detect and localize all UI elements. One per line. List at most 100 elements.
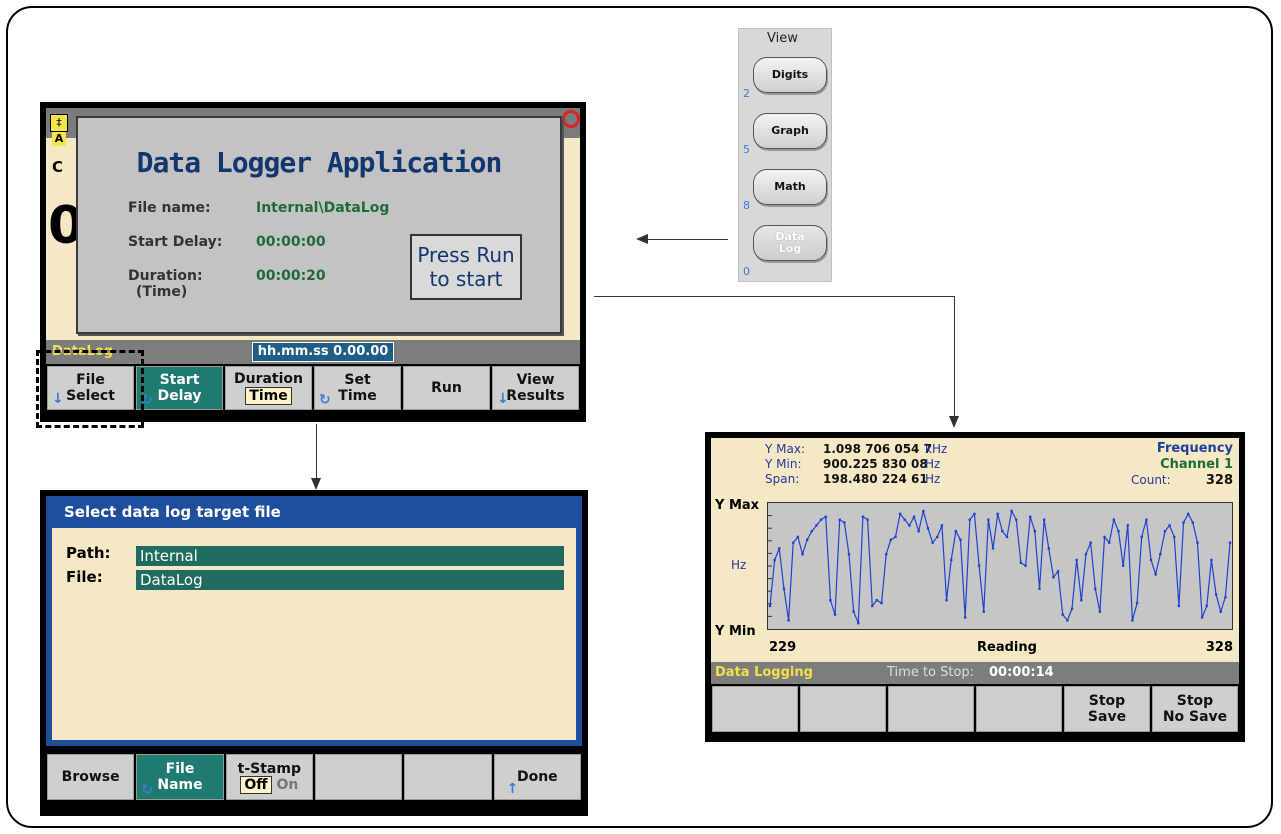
data-point (815, 524, 818, 527)
data-point (977, 564, 981, 567)
data-log-key[interactable]: Data Log (753, 225, 827, 261)
done-softkey[interactable]: Done ↑ (493, 754, 581, 800)
key-label-line2: Log (778, 242, 802, 255)
view-results-softkey[interactable]: View Results ↓ (492, 366, 579, 410)
dialog-title: Data Logger Application (136, 146, 503, 179)
blank-softkey[interactable] (404, 754, 492, 800)
time-to-stop-value: 00:00:14 (989, 665, 1054, 680)
t-stamp-on-option: On (276, 777, 299, 793)
graph-display: Y Max: 1.098 706 054 7 kHz Y Min: 900.22… (711, 438, 1239, 662)
key-number: 8 (743, 199, 750, 212)
ymax-value: 1.098 706 054 7 (823, 442, 932, 456)
data-point (847, 553, 851, 556)
data-point (1168, 524, 1171, 527)
data-point (819, 518, 823, 521)
bg-annunciator-a: A (52, 132, 66, 146)
data-point (1001, 529, 1004, 533)
channel-label: Channel 1 (1160, 457, 1233, 472)
data-point (889, 538, 892, 541)
run-softkey[interactable]: Run (403, 366, 490, 410)
t-stamp-softkey[interactable]: t-Stamp Off On (225, 754, 313, 800)
file-field[interactable]: DataLog (136, 570, 564, 590)
x-end-label: 328 (1205, 640, 1233, 655)
ymin-unit: Hz (925, 457, 941, 471)
data-point (787, 619, 790, 622)
data-point (1224, 596, 1227, 599)
graph-status-bar: Data Logging Time to Stop: 00:00:14 (711, 662, 1239, 684)
data-point (1177, 604, 1181, 608)
data-logging-status: Data Logging (715, 665, 813, 680)
digits-key[interactable]: Digits (753, 57, 827, 93)
frequency-series-line (769, 509, 1231, 624)
arrow-down-icon (949, 416, 959, 428)
x-start-label: 229 (769, 640, 797, 655)
browse-softkey[interactable]: Browse (47, 754, 135, 800)
frequency-series-points (768, 509, 1232, 625)
axis-ymin-label: Y Min (715, 624, 756, 639)
data-point (1075, 558, 1078, 562)
data-logger-dialog: Data Logger Application File name: Inter… (76, 116, 562, 334)
span-unit: Hz (925, 472, 941, 486)
data-point (968, 518, 971, 521)
data-point (1210, 558, 1213, 562)
blank-softkey[interactable] (888, 686, 974, 732)
data-point (1094, 587, 1097, 590)
softkey-line1: Done (516, 769, 558, 785)
data-point (1191, 521, 1195, 524)
blank-softkey[interactable] (800, 686, 886, 732)
data-point (903, 518, 906, 521)
data-point (801, 553, 804, 556)
start-delay-softkey[interactable]: Start Delay ↻ (136, 366, 223, 410)
set-time-softkey[interactable]: Set Time ↻ (314, 366, 401, 410)
data-point (1047, 547, 1050, 550)
blank-softkey[interactable] (314, 754, 403, 800)
data-point (1149, 558, 1153, 562)
time-entry-field[interactable]: hh.mm.ss 0.00.00 (252, 342, 394, 362)
data-point (1154, 573, 1157, 576)
data-point (1140, 535, 1143, 539)
rotate-icon: ↻ (141, 782, 154, 798)
path-field[interactable]: Internal (136, 546, 564, 566)
duration-softkey[interactable]: Duration Time (225, 366, 312, 410)
data-point (773, 558, 776, 562)
logger-display: ‡ A C 0 Data Logger Application File nam… (46, 108, 580, 340)
rotate-icon: ↻ (319, 392, 331, 408)
data-point (838, 518, 841, 521)
data-point (810, 529, 814, 533)
bg-label-c: C (52, 158, 64, 176)
data-point (1089, 541, 1092, 544)
stop-no-save-softkey[interactable]: Stop No Save (1152, 686, 1238, 732)
no-symbol-icon (562, 110, 580, 128)
data-point (1061, 613, 1064, 616)
ymin-value: 900.225 830 08 (823, 457, 928, 471)
data-point (926, 527, 930, 530)
softkey-line1: View (516, 372, 555, 388)
blank-softkey[interactable] (712, 686, 798, 732)
softkey-line2: Save (1087, 709, 1127, 725)
blank-softkey[interactable] (976, 686, 1062, 732)
data-point (1070, 607, 1074, 611)
softkey-line1: File (165, 761, 195, 777)
data-point (996, 512, 999, 516)
graph-key[interactable]: Graph (753, 113, 827, 149)
math-key[interactable]: Math (753, 169, 827, 205)
stop-save-softkey[interactable]: Stop Save (1064, 686, 1150, 732)
data-point (1214, 593, 1218, 596)
t-stamp-options: Off On (240, 776, 299, 794)
data-point (954, 529, 958, 533)
span-value: 198.480 224 61 (823, 472, 928, 486)
data-point (857, 622, 860, 625)
data-point (1019, 561, 1023, 564)
key-number: 5 (743, 143, 750, 156)
down-arrow-icon: ↓ (497, 391, 509, 407)
data-point (1135, 601, 1139, 605)
span-label: Span: (765, 472, 800, 486)
press-run-line2: to start (429, 267, 503, 291)
file-name-softkey[interactable]: File Name ↻ (136, 754, 224, 800)
view-key-panel: View Digits 2 Graph 5 Math 8 Data Log 0 (738, 28, 832, 282)
data-point (991, 547, 995, 550)
data-point (1056, 570, 1060, 573)
frequency-plot (767, 502, 1233, 630)
ymin-label: Y Min: (765, 457, 802, 471)
data-point (1228, 541, 1232, 544)
